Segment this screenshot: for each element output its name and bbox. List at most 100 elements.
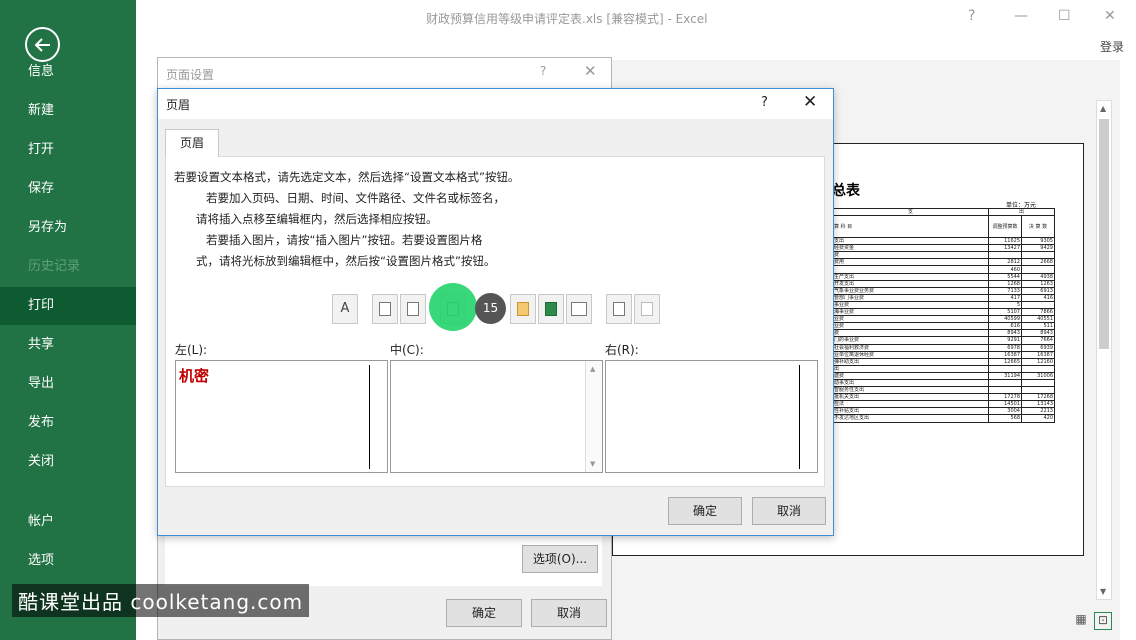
scroll-thumb[interactable] [1099, 119, 1109, 349]
nav-share[interactable]: 共享 [0, 326, 136, 364]
window-title: 财政预算信用等级申请评定表.xls [兼容模式] - Excel [426, 12, 708, 26]
preview-final-cell: 2213 [1021, 407, 1055, 416]
right-section-input[interactable] [605, 360, 818, 473]
nav-account[interactable]: 帐户 [0, 503, 136, 541]
preview-subject-cell: 社会福利救济费 [832, 343, 989, 352]
step-badge: 15 [475, 293, 506, 324]
preview-col-final: 决 算 数 [1021, 215, 1055, 239]
header-dialog: 页眉 ? ✕ 页眉 若要设置文本格式，请先选定文本，然后选择“设置文本格式”按钮… [157, 88, 834, 536]
nav-print[interactable]: 打印 [0, 287, 136, 325]
preview-subject-cell: 弹补助支出 [832, 357, 989, 366]
preview-budget-cell: 12665 [988, 357, 1022, 366]
preview-row: 建费 31194 31006 [832, 371, 1055, 380]
preview-budget-cell: 11625 [988, 237, 1022, 246]
close-window-button[interactable]: ✕ [1104, 8, 1116, 24]
preview-final-cell [1021, 251, 1055, 260]
preview-budget-cell: 568 [988, 414, 1022, 423]
page-count-icon [407, 302, 419, 316]
preview-budget-cell: 5 [988, 300, 1022, 310]
header-cancel-button[interactable]: 取消 [752, 497, 826, 525]
page-setup-cancel-button[interactable]: 取消 [531, 599, 607, 627]
center-scroll-up-icon[interactable]: ▲ [590, 365, 595, 373]
signin-link[interactable]: 登录 [1100, 38, 1124, 55]
preview-row: 动事支出 [832, 378, 1055, 388]
preview-subject-cell: 费 [832, 251, 989, 260]
preview-subject-cell: 费 [832, 329, 989, 338]
page-number-button[interactable] [372, 294, 398, 324]
preview-budget-cell [988, 251, 1022, 260]
preview-budget-cell: 40599 [988, 315, 1022, 324]
nav-publish[interactable]: 发布 [0, 404, 136, 442]
right-section-divider [799, 365, 800, 469]
nav-save[interactable]: 保存 [0, 170, 136, 208]
nav-new[interactable]: 新建 [0, 92, 136, 130]
show-margins-icon[interactable]: ▦ [1072, 612, 1090, 630]
preview-row: 批机关支出 17278 17268 [832, 393, 1055, 402]
preview-final-cell: 17268 [1021, 393, 1055, 402]
preview-final-cell: 420 [1021, 414, 1055, 423]
page-count-button[interactable] [400, 294, 426, 324]
preview-final-cell: 9305 [1021, 237, 1055, 246]
preview-final-cell: 16387 [1021, 350, 1055, 359]
page-setup-help-button[interactable]: ? [540, 64, 546, 78]
header-dialog-help-button[interactable]: ? [761, 95, 768, 110]
center-section-input[interactable]: ▲ ▼ [390, 360, 603, 473]
preview-budget-cell: 5544 [988, 272, 1022, 281]
instruction-line-5: 式，请将光标放到编辑框中，然后按“设置图片格式”按钮。 [196, 254, 496, 268]
preview-row: 性补贴支出 3004 2213 [832, 407, 1055, 416]
nav-open[interactable]: 打开 [0, 131, 136, 169]
header-dialog-close-button[interactable]: ✕ [803, 92, 817, 112]
preview-final-cell: 6939 [1021, 343, 1055, 352]
preview-table: 支 出 算 科 目 调整预算数 决 算 数 支出 11625 9305 经费资金 134… [832, 207, 1055, 423]
file-name-button[interactable] [538, 294, 564, 324]
preview-subject-cell: 开发支出 [832, 279, 989, 288]
preview-row: 支出 11625 9305 [832, 237, 1055, 246]
preview-final-cell: 2668 [1021, 258, 1055, 267]
preview-subject-cell: 费用 [832, 258, 989, 267]
nav-export[interactable]: 导出 [0, 365, 136, 403]
preview-row: 生产支出 5544 4938 [832, 272, 1055, 281]
preview-subject-cell: 建费 [832, 371, 989, 380]
nav-save-as[interactable]: 另存为 [0, 209, 136, 247]
nav-history: 历史记录 [28, 259, 81, 274]
insert-picture-button[interactable] [606, 294, 632, 324]
nav-info[interactable]: 信息 [0, 53, 136, 91]
center-section-label: 中(C): [390, 343, 424, 357]
header-ok-button[interactable]: 确定 [668, 497, 742, 525]
preview-row: 费 [832, 251, 1055, 260]
help-button[interactable]: ? [968, 8, 975, 24]
center-section-scrollbar[interactable]: ▲ ▼ [585, 361, 602, 472]
preview-row: 业费 616 511 [832, 322, 1055, 331]
preview-final-cell: 9429 [1021, 244, 1055, 253]
header-dialog-title: 页眉 [166, 98, 191, 112]
preview-row: 海事业费 5107 7866 [832, 308, 1055, 317]
format-picture-button[interactable] [634, 294, 660, 324]
preview-row: 经费资金 13427 9429 [832, 244, 1055, 253]
scroll-up-icon[interactable]: ▲ [1100, 104, 1106, 113]
preview-budget-cell: 1268 [988, 279, 1022, 288]
scroll-down-icon[interactable]: ▼ [1100, 587, 1106, 596]
preview-row: 出 [832, 364, 1055, 373]
preview-final-cell [1021, 386, 1055, 395]
preview-subject-cell: 经费资金 [832, 244, 989, 253]
page-setup-close-button[interactable]: ✕ [584, 62, 597, 80]
minimize-button[interactable]: — [1014, 8, 1028, 24]
sheet-name-button[interactable] [566, 294, 592, 324]
page-setup-titlebar: 页面设置 ? ✕ [158, 58, 611, 88]
page-setup-ok-button[interactable]: 确定 [446, 599, 522, 627]
format-text-button[interactable]: A [332, 294, 358, 324]
nav-options[interactable]: 选项 [0, 542, 136, 580]
maximize-button[interactable]: ☐ [1058, 8, 1071, 24]
left-section-input[interactable]: 机密 [175, 360, 388, 473]
preview-subject-cell: 智服务性支出 [832, 386, 989, 395]
tab-header[interactable]: 页眉 [165, 129, 219, 157]
preview-scrollbar[interactable]: ▲ ▼ [1096, 100, 1112, 600]
preview-budget-cell [988, 386, 1022, 395]
file-path-button[interactable] [510, 294, 536, 324]
center-scroll-down-icon[interactable]: ▼ [590, 460, 595, 468]
page-setup-title: 页面设置 [166, 68, 215, 82]
nav-close[interactable]: 关闭 [0, 443, 136, 481]
zoom-page-icon[interactable]: ⊡ [1094, 612, 1112, 630]
options-button[interactable]: 选项(O)... [522, 545, 598, 573]
preview-subject-cell: 动事支出 [832, 378, 989, 388]
